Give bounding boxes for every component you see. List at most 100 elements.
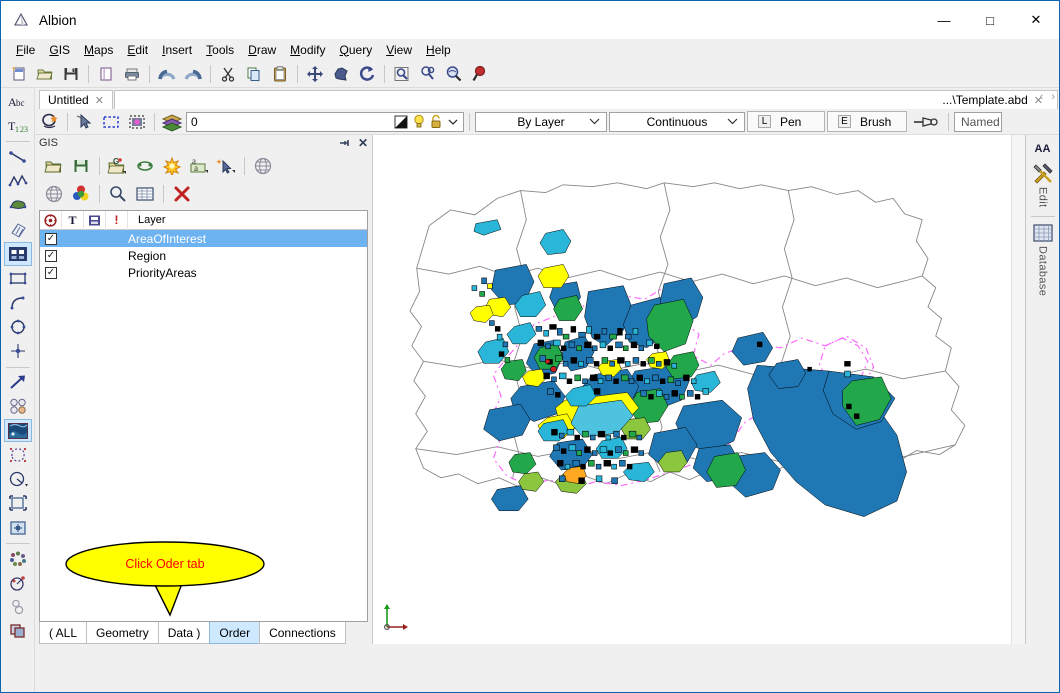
minimize-button[interactable]: —	[921, 1, 967, 39]
layer-input[interactable]: 0	[186, 111, 464, 132]
zoom-window-icon[interactable]	[390, 63, 414, 86]
pen-button[interactable]: L Pen	[747, 111, 825, 132]
open-folder-icon[interactable]	[33, 63, 57, 86]
leader-arrow-icon[interactable]	[4, 370, 32, 393]
text-size-icon[interactable]: AA	[1030, 138, 1056, 160]
menu-help[interactable]: Help	[419, 41, 458, 59]
rotate-copy-icon[interactable]	[4, 571, 32, 594]
layer-visibility-checkbox[interactable]: ✓	[40, 266, 62, 279]
select-similar-icon[interactable]	[125, 111, 149, 133]
layer-row-priorityareas[interactable]: ✓ PriorityAreas	[40, 264, 367, 281]
zoom-previous-icon[interactable]	[468, 63, 492, 86]
polygon-fill-icon[interactable]	[4, 194, 32, 217]
brush-button[interactable]: E Brush	[827, 111, 907, 132]
layers-overlap-icon[interactable]	[4, 620, 32, 643]
layer-visibility-checkbox[interactable]: ✓	[40, 249, 62, 262]
zoom-extents-icon[interactable]	[442, 63, 466, 86]
selection-lasso-icon[interactable]	[4, 443, 32, 466]
menu-edit[interactable]: Edit	[120, 41, 155, 59]
close-button[interactable]: ✕	[1013, 1, 1059, 39]
new-document-icon[interactable]	[7, 63, 31, 86]
document-tab-template[interactable]: ...\Template.abd ✕	[113, 90, 1058, 109]
cut-scissors-icon[interactable]	[216, 63, 240, 86]
node-chain-icon[interactable]	[4, 596, 32, 619]
paste-clipboard-icon[interactable]	[268, 63, 292, 86]
hatch-icon[interactable]	[4, 218, 32, 241]
document-tab-untitled[interactable]: Untitled ✕	[39, 90, 113, 109]
zoom-pan-icon[interactable]	[416, 63, 440, 86]
layers-stack-icon[interactable]	[160, 111, 184, 133]
column-header-layer[interactable]: Layer	[128, 211, 367, 230]
page-setup-icon[interactable]	[94, 63, 118, 86]
color-combo[interactable]: By Layer	[475, 111, 607, 132]
tab-geometry[interactable]: Geometry	[86, 622, 159, 644]
add-gis-layer-icon[interactable]: G	[105, 153, 131, 179]
cluster-icon[interactable]	[4, 547, 32, 570]
right-dock-edit[interactable]: Edit	[1030, 162, 1056, 208]
menu-file[interactable]: File	[9, 41, 42, 59]
right-dock-database[interactable]: Database	[1030, 223, 1056, 296]
block-icon[interactable]	[3, 242, 32, 266]
menu-gis[interactable]: GIS	[42, 41, 77, 59]
named-views-box[interactable]: Named	[954, 111, 1002, 132]
link-icon[interactable]	[132, 153, 158, 179]
linetype-combo[interactable]: Continuous	[609, 111, 745, 132]
tab-all[interactable]: ( ALL	[39, 622, 88, 644]
save-disk-icon[interactable]	[59, 63, 83, 86]
menu-maps[interactable]: Maps	[77, 41, 120, 59]
globe-grid-icon[interactable]	[41, 181, 67, 207]
circle-icon[interactable]	[4, 315, 32, 338]
undo-arc-icon[interactable]	[155, 63, 179, 86]
tab-data[interactable]: Data )	[157, 622, 211, 644]
tab-connections[interactable]: Connections	[259, 622, 346, 644]
copy-icon[interactable]	[242, 63, 266, 86]
tab-nav-prev[interactable]: ‹	[1040, 91, 1044, 103]
select-pointer-icon[interactable]	[73, 111, 97, 133]
open-gis-icon[interactable]	[41, 153, 67, 179]
map-vertical-scrollbar[interactable]	[1011, 135, 1025, 644]
column-header-visibility[interactable]	[40, 211, 62, 230]
globe-icon[interactable]	[250, 153, 276, 179]
map-canvas[interactable]	[373, 135, 1025, 644]
layer-row-areaofinterest[interactable]: ✓ AreaOfInterest	[40, 230, 367, 247]
text-style-icon[interactable]: T 1 23	[4, 114, 32, 137]
theme-colors-icon[interactable]	[68, 181, 94, 207]
scale-icon[interactable]	[4, 492, 32, 515]
zoom-search-icon[interactable]	[105, 181, 131, 207]
column-header-data[interactable]	[84, 211, 106, 230]
print-icon[interactable]	[120, 63, 144, 86]
marquee-select-icon[interactable]	[99, 111, 123, 133]
raster-image-icon[interactable]	[3, 418, 32, 443]
label-icon[interactable]: aa	[186, 153, 212, 179]
redo-arc-icon[interactable]	[181, 63, 205, 86]
table-grid-icon[interactable]	[132, 181, 158, 207]
circles-pair-icon[interactable]	[4, 395, 32, 418]
menu-view[interactable]: View	[379, 41, 419, 59]
refresh-star-icon[interactable]	[159, 153, 185, 179]
save-gis-icon[interactable]	[68, 153, 94, 179]
pin-icon[interactable]	[339, 137, 352, 149]
column-header-alert[interactable]: !	[106, 211, 128, 230]
text-abc-icon[interactable]: Abc	[4, 90, 32, 113]
menu-draw[interactable]: Draw	[241, 41, 283, 59]
pan-hand-icon[interactable]	[329, 63, 353, 86]
line-icon[interactable]	[4, 145, 32, 168]
delete-x-icon[interactable]	[169, 181, 195, 207]
tab-nav-next[interactable]: ›	[1051, 91, 1055, 103]
gis-panel-close-icon[interactable]: ✕	[358, 136, 368, 150]
measure-angle-icon[interactable]	[4, 468, 32, 491]
polyline-icon[interactable]	[4, 170, 32, 193]
arc-icon[interactable]	[4, 291, 32, 314]
close-icon[interactable]: ✕	[95, 94, 104, 107]
point-icon[interactable]	[4, 339, 32, 362]
column-header-label[interactable]: T	[62, 211, 84, 230]
layer-properties-icon[interactable]	[38, 111, 62, 133]
rectangle-icon[interactable]	[4, 267, 32, 290]
tab-order[interactable]: Order	[209, 622, 261, 644]
menu-query[interactable]: Query	[333, 41, 380, 59]
line-weight-icon[interactable]	[909, 111, 943, 133]
transform-icon[interactable]	[4, 516, 32, 539]
menu-insert[interactable]: Insert	[155, 41, 199, 59]
maximize-button[interactable]: □	[967, 1, 1013, 39]
menu-tools[interactable]: Tools	[199, 41, 241, 59]
